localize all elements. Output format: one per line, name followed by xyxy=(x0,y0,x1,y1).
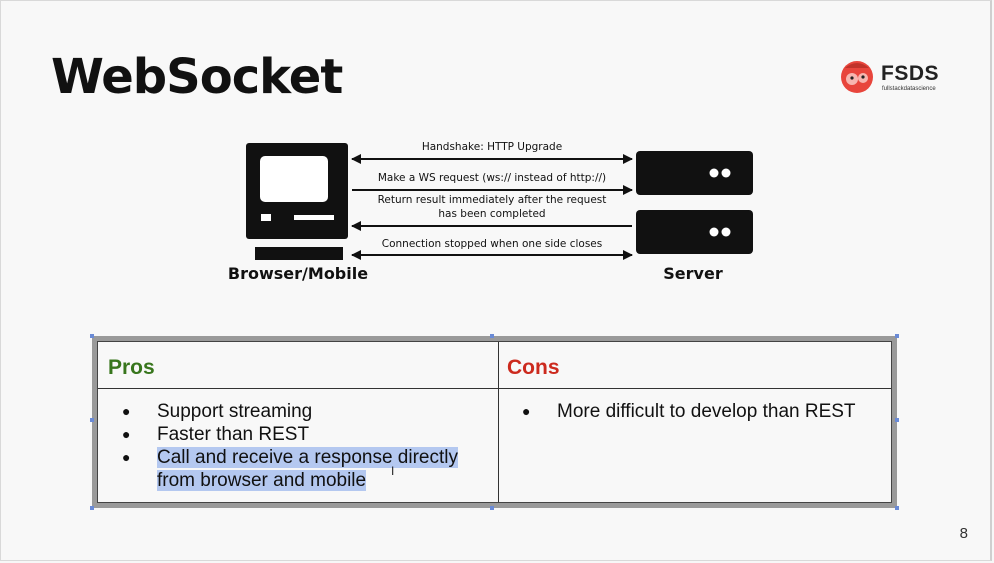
client-label: Browser/Mobile xyxy=(228,264,368,283)
pros-cons-table[interactable]: Pros Cons ● Support streaming ● Faster tha… xyxy=(97,341,892,503)
slide-canvas: WebSocket FSDS fullstackdatascience Hand… xyxy=(0,0,992,561)
resize-handle[interactable] xyxy=(895,506,899,510)
resize-handle[interactable] xyxy=(90,334,94,338)
list-item[interactable]: ● Support streaming xyxy=(98,400,498,423)
server-label: Server xyxy=(663,264,723,283)
list-item[interactable]: ● Faster than REST xyxy=(98,423,498,446)
list-item[interactable]: ● More difficult to develop than REST xyxy=(498,400,898,423)
pros-cons-table-frame[interactable]: Pros Cons ● Support streaming ● Faster tha… xyxy=(90,334,899,510)
selected-text: Call and receive a response directly xyxy=(157,447,458,468)
mascot-icon xyxy=(841,61,873,93)
pros-header[interactable]: Pros xyxy=(108,356,155,380)
bullet-icon: ● xyxy=(122,449,131,465)
bullet-icon: ● xyxy=(122,403,131,419)
close-label: Connection stopped when one side closes xyxy=(382,238,603,250)
bullet-icon: ● xyxy=(522,403,531,419)
server-icon xyxy=(636,151,753,254)
bullet-icon: ● xyxy=(122,426,131,442)
resize-handle[interactable] xyxy=(490,334,494,338)
page-number: 8 xyxy=(959,525,968,542)
cons-list[interactable]: ● More difficult to develop than REST xyxy=(498,400,898,423)
return-label-line2: has been completed xyxy=(438,208,545,220)
resize-handle[interactable] xyxy=(490,506,494,510)
list-item[interactable]: ● Call and receive a response directly fro… xyxy=(98,446,498,492)
pros-list[interactable]: ● Support streaming ● Faster than REST ● Ca… xyxy=(98,400,498,492)
handshake-label: Handshake: HTTP Upgrade xyxy=(422,141,562,153)
cons-header[interactable]: Cons xyxy=(507,356,560,380)
logo-tagline: fullstackdatascience xyxy=(882,86,936,92)
computer-icon xyxy=(246,143,348,260)
return-label-line1: Return result immediately after the requ… xyxy=(378,194,607,206)
selected-text: from browser and mobile xyxy=(157,470,367,491)
logo-brand: FSDS xyxy=(881,62,940,85)
resize-handle[interactable] xyxy=(90,418,94,422)
resize-handle[interactable] xyxy=(895,334,899,338)
slide-title[interactable]: WebSocket xyxy=(51,49,343,105)
fsds-logo: FSDS fullstackdatascience xyxy=(839,58,949,98)
request-label: Make a WS request (ws:// instead of http… xyxy=(378,172,606,184)
websocket-diagram[interactable]: Handshake: HTTP Upgrade Make a WS reques… xyxy=(226,134,771,284)
row-divider xyxy=(98,388,891,389)
text-cursor-icon: I xyxy=(391,464,395,478)
resize-handle[interactable] xyxy=(90,506,94,510)
